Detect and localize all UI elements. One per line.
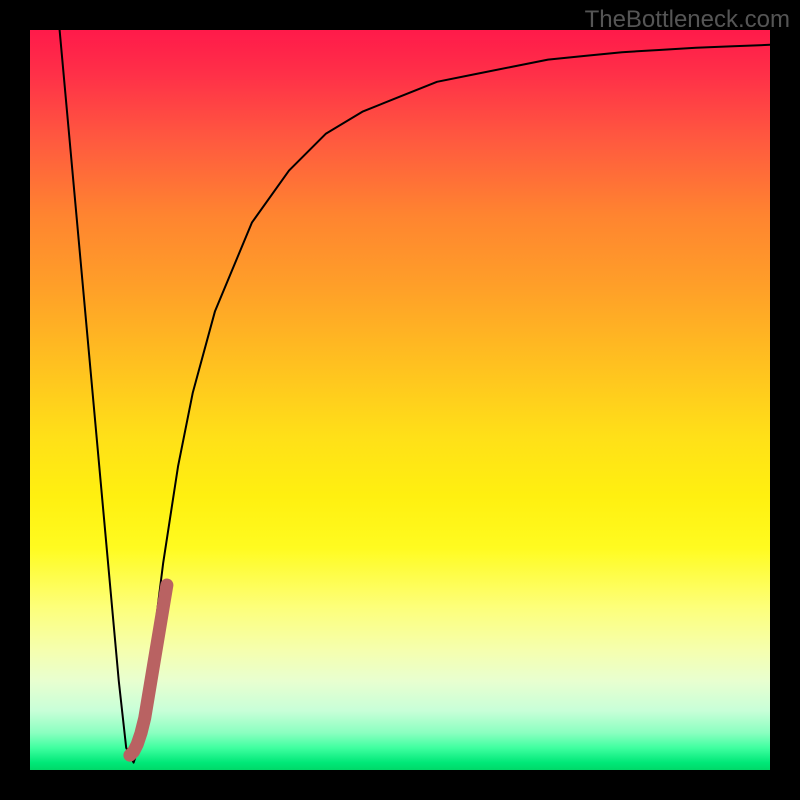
main-curve-line	[60, 30, 770, 763]
chart-svg	[30, 30, 770, 770]
chart-plot-area	[30, 30, 770, 770]
watermark-text: TheBottleneck.com	[585, 6, 790, 34]
highlight-segment-line	[130, 585, 167, 755]
